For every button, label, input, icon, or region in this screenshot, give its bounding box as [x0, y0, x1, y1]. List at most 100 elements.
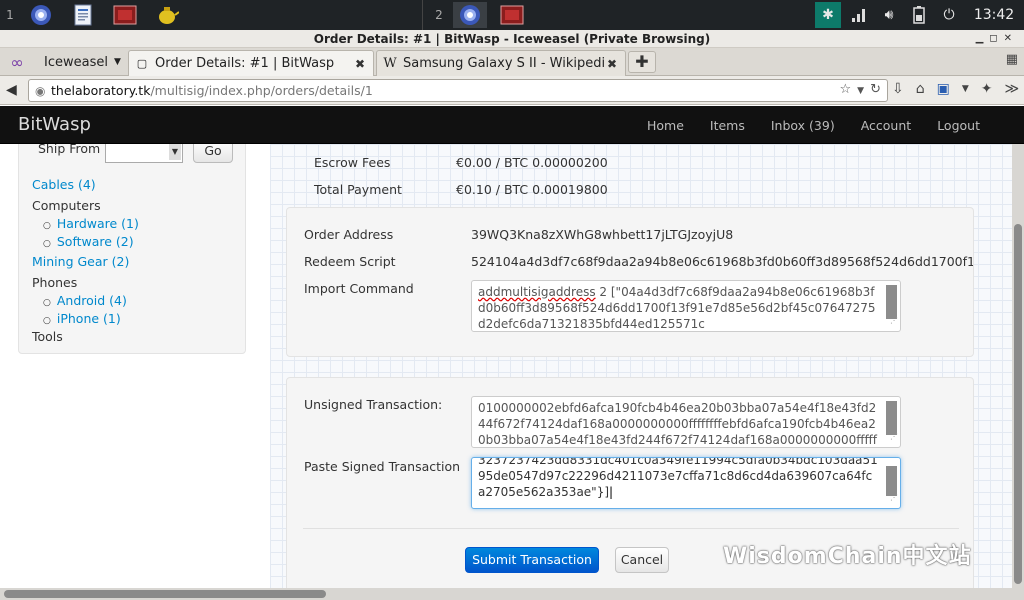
text-cursor: | — [609, 485, 614, 499]
browser-window-icon[interactable] — [453, 2, 487, 28]
select-arrow-icon: ▼ — [169, 144, 181, 160]
url-bar[interactable]: ◉ thelaboratory.tk/multisig/index.php/or… — [28, 79, 888, 102]
subcategory-hardware[interactable]: ○ Hardware (1) — [43, 216, 139, 231]
import-command-label: Import Command — [304, 281, 414, 296]
browser-app-icon[interactable] — [24, 2, 58, 28]
nav-home[interactable]: Home — [647, 118, 684, 133]
app-menu-label: Iceweasel — [44, 54, 108, 70]
back-arrow-icon[interactable]: ◀ — [6, 82, 17, 98]
page-content: Ship From ▼ Go Cables (4) Computers ○ Har… — [0, 144, 1012, 588]
close-tab-icon[interactable]: ✖ — [353, 57, 367, 71]
home-icon[interactable]: ⌂ — [916, 81, 925, 97]
workspace-1-label[interactable]: 1 — [0, 8, 20, 22]
battery-icon[interactable] — [907, 5, 931, 25]
tab-samsung-wikipedia[interactable]: W Samsung Galaxy S II - Wikipedi... ✖ — [376, 50, 626, 76]
clock: 13:42 — [973, 7, 1015, 23]
minimize-icon[interactable]: ▁ — [976, 33, 990, 44]
bullet-icon: ○ — [43, 316, 51, 326]
bullet-icon: ○ — [43, 298, 51, 308]
scrollbar-thumb[interactable] — [4, 590, 326, 598]
teapot-app-icon[interactable] — [150, 2, 184, 28]
subcategory-iphone[interactable]: ○ iPhone (1) — [43, 311, 121, 326]
order-address-value: 39WQ3Kna8zXWhG8whbett17jLTGJzoyjU8 — [471, 227, 734, 242]
nav-account[interactable]: Account — [861, 118, 911, 133]
close-tab-icon[interactable]: ✖ — [605, 57, 619, 71]
tab-label: Order Details: #1 | BitWasp — [155, 56, 335, 71]
order-details-panel: Escrow Fees €0.00 / BTC 0.00000200 Total… — [270, 144, 1012, 588]
signal-strength-icon[interactable] — [847, 5, 871, 25]
escrow-fees-label: Escrow Fees — [314, 155, 391, 170]
signed-transaction-textarea[interactable]: 3237237423dd8331dc401c0a349fe11994c5dfa0… — [471, 457, 901, 509]
subcategory-android[interactable]: ○ Android (4) — [43, 293, 127, 308]
total-payment-label: Total Payment — [314, 182, 402, 197]
nav-items[interactable]: Items — [710, 118, 745, 133]
form-divider — [303, 528, 959, 529]
toolbar-tools-icon[interactable]: ✦ — [981, 81, 993, 97]
site-brand[interactable]: BitWasp — [18, 114, 91, 135]
cancel-button[interactable]: Cancel — [615, 547, 669, 573]
subcategory-label: Android (4) — [56, 293, 127, 308]
unsigned-transaction-value: 0100000002ebfd6afca190fcb4b46ea20b03bba0… — [478, 401, 877, 447]
multisig-address-well: Order Address 39WQ3Kna8zXWhG8whbett17jLT… — [286, 207, 974, 357]
signed-transaction-text: 3237237423dd8331dc401c0a349fe11994c5dfa0… — [478, 457, 878, 500]
private-browsing-mask-icon: ∞ — [10, 52, 24, 72]
bullet-icon: ○ — [43, 221, 51, 231]
subcategory-label: iPhone (1) — [56, 311, 121, 326]
ship-from-select[interactable]: ▼ — [105, 144, 183, 163]
page-horizontal-scrollbar[interactable] — [0, 588, 1024, 600]
close-window-icon[interactable]: ✕ — [1004, 33, 1018, 44]
download-icon[interactable]: ⇩ — [892, 81, 904, 97]
escrow-fees-value: €0.00 / BTC 0.00000200 — [456, 155, 608, 170]
order-address-label: Order Address — [304, 227, 394, 242]
workspace-2-label[interactable]: 2 — [429, 8, 449, 22]
addon-icon[interactable]: ▣ — [937, 81, 950, 97]
page-vertical-scrollbar[interactable] — [1012, 144, 1024, 588]
network-tray-icon[interactable]: ✱ — [815, 2, 841, 28]
tab-label: Samsung Galaxy S II - Wikipedi... — [403, 56, 605, 71]
new-tab-button[interactable]: ✚ — [628, 51, 656, 73]
category-mining-gear[interactable]: Mining Gear (2) — [32, 254, 129, 269]
go-button[interactable]: Go — [193, 144, 233, 163]
dropdown-arrow-icon[interactable]: ▼ — [857, 82, 864, 100]
nav-logout[interactable]: Logout — [937, 118, 980, 133]
category-computers: Computers — [32, 198, 101, 213]
import-command-textarea[interactable]: addmultisigaddress 2 ["04a4d3df7c68f9daa… — [471, 280, 901, 332]
paste-signed-transaction-label: Paste Signed Transaction — [304, 459, 461, 474]
subcategory-software[interactable]: ○ Software (2) — [43, 234, 134, 249]
resize-grip-icon[interactable]: ⋰ — [890, 429, 898, 445]
url-host: thelaboratory.tk — [51, 83, 151, 98]
tab-order-details[interactable]: ▢ Order Details: #1 | BitWasp ✖ — [128, 50, 374, 76]
category-cables[interactable]: Cables (4) — [32, 177, 96, 192]
nav-inbox[interactable]: Inbox (39) — [771, 118, 835, 133]
addon-dropdown-icon[interactable]: ▼ — [962, 81, 969, 97]
more-tools-icon[interactable]: ≫ — [1005, 81, 1020, 97]
volume-icon[interactable]: 🔊︎ — [877, 5, 901, 25]
signed-transaction-value: 3237237423dd8331dc401c0a349fe11994c5dfa0… — [478, 457, 878, 499]
window-controls[interactable]: ▁◻✕ — [976, 30, 1018, 48]
app-menu-button[interactable]: ∞ Iceweasel ▼ — [4, 50, 122, 74]
subcategory-label: Hardware (1) — [56, 216, 139, 231]
url-path: /multisig/index.php/orders/details/1 — [150, 83, 373, 98]
bookmark-star-icon[interactable]: ☆ — [840, 82, 852, 100]
category-sidebar: Ship From ▼ Go Cables (4) Computers ○ Har… — [18, 144, 246, 354]
list-all-tabs-icon[interactable]: ▦ — [1006, 52, 1018, 67]
system-tray: ✱ 🔊︎ ⏻ 13:42 — [812, 0, 1024, 30]
system-taskbar: 1 2 ✱ 🔊︎ ⏻ 13:42 — [0, 0, 1024, 30]
subcategory-label: Software (2) — [56, 234, 134, 249]
navigation-toolbar: ◀ ◉ thelaboratory.tk/multisig/index.php/… — [0, 76, 1024, 105]
power-icon[interactable]: ⏻ — [937, 5, 961, 25]
window-titlebar: Order Details: #1 | BitWasp - Iceweasel … — [0, 30, 1024, 48]
scrollbar-thumb[interactable] — [1014, 224, 1022, 584]
unsigned-transaction-textarea[interactable]: 0100000002ebfd6afca190fcb4b46ea20b03bba0… — [471, 396, 901, 448]
bullet-icon: ○ — [43, 239, 51, 249]
site-nav: Home Items Inbox (39) Account Logout — [621, 106, 980, 144]
document-app-icon[interactable] — [66, 2, 100, 28]
reload-icon[interactable]: ↻ — [870, 82, 881, 100]
resize-grip-icon[interactable]: ⋰ — [890, 490, 898, 506]
resize-grip-icon[interactable]: ⋰ — [890, 313, 898, 329]
restore-icon[interactable]: ◻ — [989, 33, 1003, 44]
terminal-app-icon[interactable] — [108, 2, 142, 28]
submit-transaction-button[interactable]: Submit Transaction — [465, 547, 599, 573]
terminal-window-icon[interactable] — [495, 2, 529, 28]
chevron-down-icon: ▼ — [113, 57, 121, 67]
